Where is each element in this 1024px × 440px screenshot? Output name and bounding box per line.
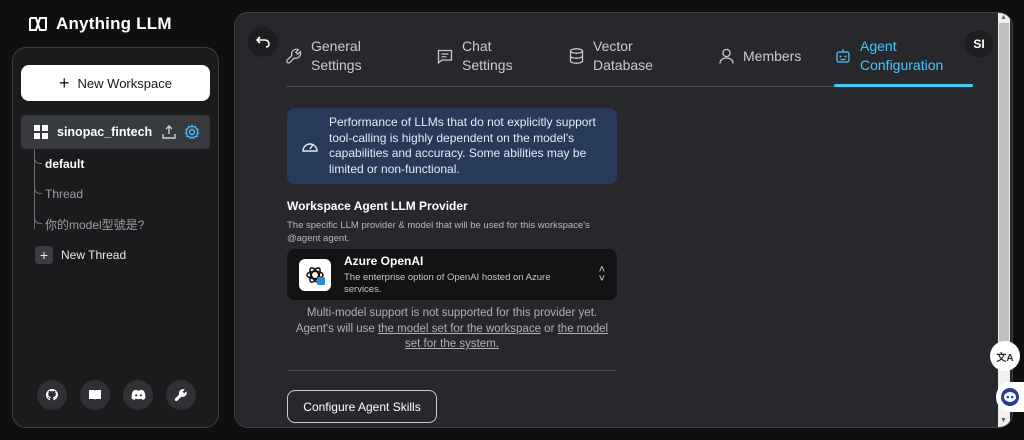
- thread-branch: [34, 212, 42, 224]
- multi-model-text: Multi-model support is not supported for…: [306, 307, 598, 319]
- note-or: or: [544, 322, 555, 335]
- sidebar: + New Workspace sinopac_fintech default …: [12, 47, 219, 428]
- chevron-up-down-icon: ˄ ˅: [598, 263, 605, 285]
- agent-provider-description: The specific LLM provider & model that w…: [287, 220, 590, 244]
- sidebar-footer: [37, 380, 196, 410]
- settings-tabs: General Settings Chat Settings Vector Da…: [286, 25, 972, 87]
- github-icon[interactable]: [37, 380, 67, 410]
- azure-openai-logo-icon: [299, 258, 331, 291]
- provider-name: Azure OpenAI: [344, 253, 424, 268]
- tab-label: Chat Settings: [462, 38, 513, 73]
- plus-icon: +: [35, 246, 53, 264]
- thread-branch: [34, 152, 42, 164]
- multi-model-note: Multi-model support is not supported for…: [287, 306, 617, 353]
- agent-provider-title: Workspace Agent LLM Provider: [287, 199, 468, 213]
- anything-llm-logo-icon: [29, 17, 47, 31]
- discord-icon[interactable]: [123, 380, 153, 410]
- settings-panel: General Settings Chat Settings Vector Da…: [234, 12, 1013, 428]
- provider-description: The enterprise option of OpenAI hosted o…: [344, 271, 551, 295]
- tab-vector-database[interactable]: Vector Database: [569, 25, 699, 87]
- tab-general-settings[interactable]: General Settings: [286, 25, 416, 87]
- tab-agent-configuration[interactable]: Agent Configuration: [835, 25, 965, 87]
- tab-label: General Settings: [311, 38, 362, 73]
- note-prefix: Agent's will use: [295, 322, 375, 335]
- new-thread-label: New Thread: [61, 248, 127, 262]
- section-divider: [287, 370, 617, 371]
- app-logo: Anything LLM: [28, 12, 172, 36]
- tab-label: Members: [743, 47, 802, 64]
- new-workspace-button[interactable]: + New Workspace: [21, 65, 210, 101]
- thread-branch: [34, 182, 42, 194]
- wrench-icon: [286, 48, 302, 64]
- tab-members[interactable]: Members: [719, 25, 819, 87]
- robot-icon: [836, 49, 850, 63]
- workspace-item[interactable]: sinopac_fintech: [21, 115, 210, 149]
- tab-chat-settings[interactable]: Chat Settings: [437, 25, 557, 87]
- plus-icon: +: [59, 73, 70, 93]
- assistant-bot-icon[interactable]: [996, 382, 1024, 412]
- thread-label: default: [45, 157, 85, 171]
- chat-icon: [437, 49, 453, 64]
- book-icon[interactable]: [80, 380, 110, 410]
- tab-label: Vector Database: [593, 38, 653, 73]
- new-workspace-label: New Workspace: [77, 75, 172, 91]
- workspace-model-link[interactable]: the model set for the workspace: [378, 323, 541, 335]
- gear-icon[interactable]: [184, 124, 200, 140]
- scroll-thumb[interactable]: [999, 23, 1009, 348]
- grid-icon: [34, 125, 48, 139]
- app-title: Anything LLM: [56, 14, 172, 33]
- agent-provider-select[interactable]: Azure OpenAI The enterprise option of Op…: [287, 249, 617, 300]
- back-arrow-icon: [256, 36, 270, 48]
- tab-label: Agent Configuration: [860, 38, 944, 73]
- scroll-up-icon[interactable]: ▲: [1000, 14, 1007, 21]
- thread-label: 你的model型號是?: [45, 217, 145, 232]
- notice-text: Performance of LLMs that do not explicit…: [329, 115, 596, 176]
- tool-calling-notice: Performance of LLMs that do not explicit…: [287, 108, 617, 184]
- upload-icon[interactable]: [162, 125, 176, 139]
- thread-label: Thread: [45, 187, 84, 201]
- wrench-icon[interactable]: [166, 380, 196, 410]
- scroll-down-icon[interactable]: ▼: [1000, 417, 1007, 424]
- workspace-name: sinopac_fintech: [57, 125, 153, 139]
- translate-icon[interactable]: 文A: [990, 341, 1020, 371]
- user-icon: [719, 48, 734, 64]
- active-tab-indicator: [834, 84, 973, 87]
- configure-agent-skills-button[interactable]: Configure Agent Skills: [287, 390, 437, 423]
- gauge-icon: [302, 143, 318, 152]
- user-avatar[interactable]: SI: [965, 30, 993, 58]
- new-thread-button[interactable]: + New Thread: [35, 246, 126, 264]
- database-icon: [569, 48, 584, 64]
- back-button[interactable]: [248, 27, 278, 57]
